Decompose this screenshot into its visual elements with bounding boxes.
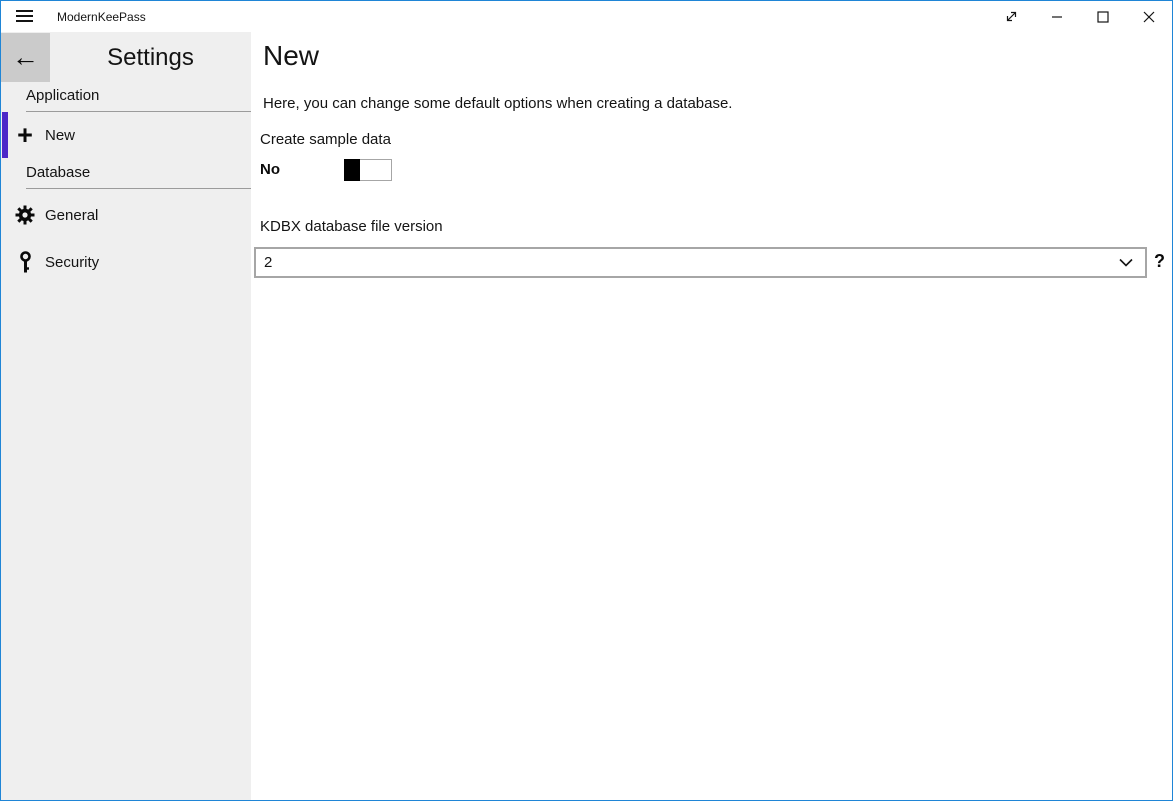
settings-page-new: New Here, you can change some default op… xyxy=(251,32,1172,800)
back-arrow-icon: ← xyxy=(12,42,39,73)
sidebar-item-label: General xyxy=(45,207,98,224)
settings-sidebar: ← Settings Application + New Database xyxy=(1,32,251,800)
kdbx-version-help-button[interactable]: ? xyxy=(1154,251,1165,272)
sidebar-item-new[interactable]: + New xyxy=(1,112,251,158)
maximize-icon xyxy=(1097,11,1109,23)
create-sample-data-label: Create sample data xyxy=(260,131,391,148)
plus-icon: + xyxy=(11,125,39,145)
toggle-knob[interactable] xyxy=(344,159,360,181)
page-title: New xyxy=(263,40,319,72)
page-description: Here, you can change some default option… xyxy=(263,95,732,112)
minimize-icon xyxy=(1051,11,1063,23)
sidebar-item-label: Security xyxy=(45,254,99,271)
toggle-track xyxy=(357,159,392,181)
toggle-state-label: No xyxy=(260,161,280,178)
sidebar-item-label: New xyxy=(45,127,75,144)
maximize-button[interactable] xyxy=(1080,1,1126,32)
minimize-button[interactable] xyxy=(1034,1,1080,32)
fullscreen-button[interactable] xyxy=(988,1,1034,32)
key-icon xyxy=(11,251,39,274)
section-header-database: Database xyxy=(26,164,251,189)
back-button[interactable]: ← xyxy=(1,33,50,82)
sidebar-item-general[interactable]: General xyxy=(1,192,251,238)
kdbx-version-label: KDBX database file version xyxy=(260,218,443,235)
close-button[interactable] xyxy=(1126,1,1172,32)
window-controls xyxy=(988,1,1172,32)
section-header-application: Application xyxy=(26,87,251,112)
close-icon xyxy=(1143,11,1155,23)
fullscreen-icon xyxy=(1004,9,1019,24)
hamburger-menu-icon[interactable] xyxy=(16,10,33,23)
kdbx-version-combobox[interactable]: 2 xyxy=(254,247,1147,278)
create-sample-data-toggle[interactable] xyxy=(344,159,392,181)
combobox-selected-value: 2 xyxy=(264,254,1119,271)
chevron-down-icon xyxy=(1119,258,1133,267)
app-window: ModernKeePass xyxy=(0,0,1173,801)
sidebar-item-security[interactable]: Security xyxy=(1,239,251,285)
title-bar: ModernKeePass xyxy=(1,1,1172,32)
gear-icon xyxy=(11,205,39,225)
sidebar-title: Settings xyxy=(50,33,251,82)
selected-accent-bar xyxy=(2,112,8,158)
app-title: ModernKeePass xyxy=(57,10,146,24)
